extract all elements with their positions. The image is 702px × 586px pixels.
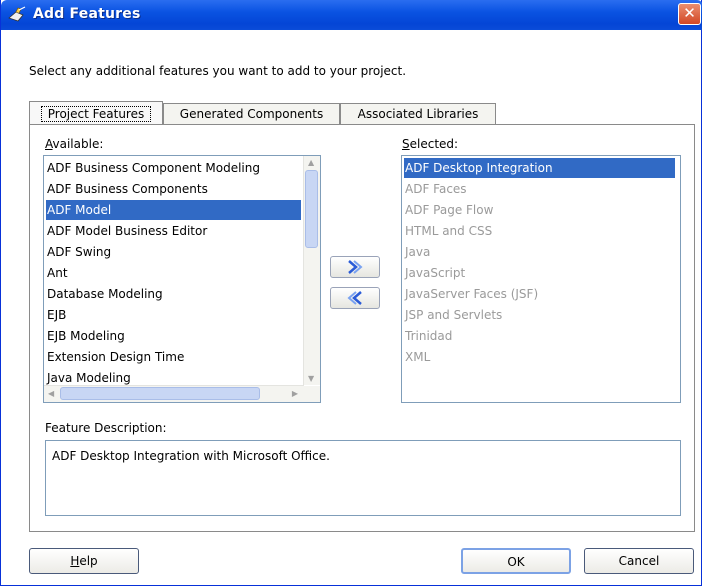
list-item[interactable]: ADF Model Business Editor xyxy=(46,221,305,241)
tab-label: Project Features xyxy=(40,106,152,122)
feature-description-label: Feature Description: xyxy=(45,421,167,435)
feature-description-text: ADF Desktop Integration with Microsoft O… xyxy=(52,449,330,463)
selected-label: Selected: xyxy=(402,137,459,151)
list-item-selected[interactable]: ADF Model xyxy=(46,200,301,220)
tab-project-features[interactable]: Project Features xyxy=(29,101,163,125)
list-item[interactable]: ADF Swing xyxy=(46,242,305,262)
tab-label: Generated Components xyxy=(179,107,324,121)
help-button[interactable]: Help xyxy=(29,548,139,574)
selected-list[interactable]: ADF Desktop Integration ADF Faces ADF Pa… xyxy=(401,155,681,403)
feature-description-box: ADF Desktop Integration with Microsoft O… xyxy=(45,440,681,516)
list-item: Java xyxy=(405,245,431,259)
scroll-corner xyxy=(304,386,320,402)
feature-plug-icon xyxy=(8,6,26,22)
list-item[interactable]: ADF Business Components xyxy=(46,179,305,199)
ok-button[interactable]: OK xyxy=(461,548,571,574)
double-chevron-left-icon xyxy=(347,291,362,305)
list-item: ADF Faces xyxy=(405,182,467,196)
title-bar[interactable]: Add Features ✕ xyxy=(1,0,702,30)
list-item: JSP and Servlets xyxy=(405,308,503,322)
tab-label: Associated Libraries xyxy=(357,107,479,121)
add-features-dialog: Add Features ✕ Select any additional fea… xyxy=(0,0,702,586)
add-feature-button[interactable] xyxy=(330,256,380,278)
list-item[interactable]: ADF Business Component Modeling xyxy=(46,158,305,178)
list-item[interactable]: Extension Design Time xyxy=(46,347,305,367)
remove-feature-button[interactable] xyxy=(330,287,380,309)
scroll-thumb[interactable] xyxy=(305,170,318,248)
scroll-thumb[interactable] xyxy=(60,387,260,400)
scroll-right-icon[interactable]: ▶ xyxy=(292,389,298,398)
tab-generated-components[interactable]: Generated Components xyxy=(163,103,340,125)
scroll-left-icon[interactable]: ◀ xyxy=(48,389,54,398)
list-item: Trinidad xyxy=(405,329,453,343)
tab-associated-libraries[interactable]: Associated Libraries xyxy=(340,103,496,125)
available-horizontal-scrollbar[interactable]: ◀ ▶ xyxy=(44,385,304,402)
available-list[interactable]: ADF Business Component Modeling ADF Busi… xyxy=(43,155,321,403)
list-item: JavaServer Faces (JSF) xyxy=(405,287,539,301)
list-item[interactable]: EJB Modeling xyxy=(46,326,305,346)
list-item: HTML and CSS xyxy=(405,224,493,238)
available-label: Available: xyxy=(45,137,104,151)
list-item: JavaScript xyxy=(405,266,466,280)
list-item[interactable]: EJB xyxy=(46,305,305,325)
scroll-up-icon[interactable]: ▲ xyxy=(308,158,314,167)
scroll-down-icon[interactable]: ▼ xyxy=(308,374,314,383)
close-icon: ✕ xyxy=(683,4,696,22)
cancel-button[interactable]: Cancel xyxy=(584,548,694,574)
available-vertical-scrollbar[interactable]: ▲ ▼ xyxy=(303,156,320,385)
double-chevron-right-icon xyxy=(348,260,363,274)
window-title: Add Features xyxy=(33,6,141,22)
instruction-text: Select any additional features you want … xyxy=(29,64,407,78)
list-item: XML xyxy=(405,350,431,364)
list-item-selected[interactable]: ADF Desktop Integration xyxy=(404,158,675,178)
list-item[interactable]: Ant xyxy=(46,263,305,283)
list-item: ADF Page Flow xyxy=(405,203,494,217)
list-item[interactable]: Database Modeling xyxy=(46,284,305,304)
close-button[interactable]: ✕ xyxy=(678,3,701,25)
